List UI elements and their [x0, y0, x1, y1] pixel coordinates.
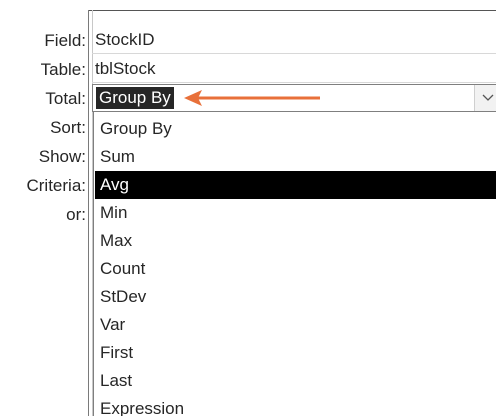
option-stdev[interactable]: StDev — [95, 283, 496, 311]
or-label: or: — [66, 205, 86, 224]
dropdown-button[interactable] — [474, 85, 496, 111]
table-cell[interactable]: tblStock — [92, 55, 496, 83]
sort-label: Sort: — [50, 118, 86, 137]
option-count[interactable]: Count — [95, 255, 496, 283]
option-last[interactable]: Last — [95, 367, 496, 395]
option-first[interactable]: First — [95, 339, 496, 367]
query-design-grid: Field: Table: Total: Sort: Show: Criteri… — [0, 0, 496, 416]
total-combo-value: Group By — [96, 87, 174, 109]
show-label: Show: — [38, 147, 86, 166]
annotation-arrow — [184, 90, 320, 106]
field-label: Field: — [44, 31, 86, 50]
chevron-down-icon — [482, 94, 494, 101]
total-dropdown-list: Group By Sum Avg Min Max Count StDev Var… — [93, 112, 496, 416]
option-expression[interactable]: Expression — [95, 395, 496, 416]
field-cell[interactable]: StockID — [92, 26, 496, 54]
option-sum[interactable]: Sum — [95, 143, 496, 171]
option-max[interactable]: Max — [95, 227, 496, 255]
option-min[interactable]: Min — [95, 199, 496, 227]
table-label: Table: — [40, 60, 86, 79]
option-var[interactable]: Var — [95, 311, 496, 339]
criteria-label: Criteria: — [26, 176, 86, 195]
option-avg[interactable]: Avg — [95, 171, 496, 199]
total-label: Total: — [45, 89, 86, 108]
option-group-by[interactable]: Group By — [95, 115, 496, 143]
